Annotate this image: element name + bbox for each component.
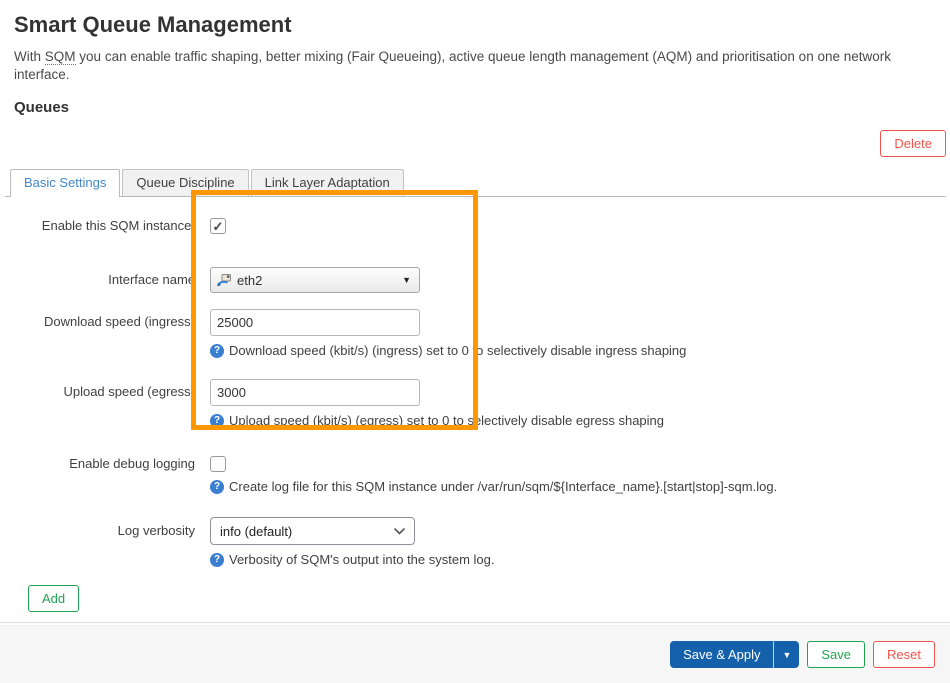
interface-select-value: eth2 bbox=[237, 273, 402, 288]
enable-sqm-label: Enable this SQM instance. bbox=[14, 217, 195, 235]
debug-logging-label: Enable debug logging bbox=[14, 455, 195, 473]
tab-basic-settings[interactable]: Basic Settings bbox=[10, 169, 120, 197]
footer-action-bar: Save & Apply ▼ Save Reset bbox=[0, 625, 950, 683]
debug-logging-help: ? Create log file for this SQM instance … bbox=[210, 478, 777, 496]
enable-sqm-row: Enable this SQM instance. ✓ bbox=[14, 217, 946, 235]
enable-sqm-field: ✓ bbox=[210, 217, 226, 234]
help-icon: ? bbox=[210, 414, 224, 428]
help-icon: ? bbox=[210, 480, 224, 494]
add-row: Add bbox=[14, 585, 946, 612]
page-title: Smart Queue Management bbox=[14, 12, 936, 38]
page-header: Smart Queue Management With SQM you can … bbox=[0, 0, 950, 116]
queues-section-title: Queues bbox=[14, 99, 936, 116]
download-speed-row: Download speed (ingress) ? Download spee… bbox=[14, 309, 946, 360]
download-speed-input[interactable] bbox=[210, 309, 420, 336]
delete-button[interactable]: Delete bbox=[880, 130, 946, 157]
help-icon: ? bbox=[210, 553, 224, 567]
debug-logging-row: Enable debug logging ✓ ? Create log file… bbox=[14, 455, 946, 496]
tab-queue-discipline[interactable]: Queue Discipline bbox=[122, 169, 248, 196]
interface-name-label: Interface name bbox=[14, 267, 195, 293]
select-caret-icon: ▼ bbox=[402, 275, 411, 285]
upload-speed-input[interactable] bbox=[210, 379, 420, 406]
upload-speed-help: ? Upload speed (kbit/s) (egress) set to … bbox=[210, 412, 664, 430]
footer-divider bbox=[0, 622, 950, 623]
tab-bar: Basic Settings Queue Discipline Link Lay… bbox=[5, 169, 946, 197]
upload-speed-label: Upload speed (egress) bbox=[14, 379, 195, 405]
log-verbosity-value: info (default) bbox=[220, 524, 394, 539]
chevron-down-icon bbox=[394, 528, 405, 535]
log-verbosity-field: info (default) ? Verbosity of SQM's outp… bbox=[210, 517, 495, 569]
debug-logging-help-text: Create log file for this SQM instance un… bbox=[229, 478, 777, 496]
log-verbosity-help: ? Verbosity of SQM's output into the sys… bbox=[210, 551, 495, 569]
upload-speed-row: Upload speed (egress) ? Upload speed (kb… bbox=[14, 379, 946, 430]
save-and-apply-button-group: Save & Apply ▼ bbox=[670, 641, 799, 668]
download-speed-label: Download speed (ingress) bbox=[14, 309, 195, 335]
help-icon: ? bbox=[210, 344, 224, 358]
sqm-form: Enable this SQM instance. ✓ Interface na… bbox=[5, 217, 946, 612]
add-button[interactable]: Add bbox=[28, 585, 79, 612]
basic-settings-panel: Enable this SQM instance. ✓ Interface na… bbox=[5, 197, 946, 612]
download-speed-help: ? Download speed (kbit/s) (ingress) set … bbox=[210, 342, 686, 360]
enable-sqm-checkbox[interactable]: ✓ bbox=[210, 218, 226, 234]
tab-link-layer-adaptation[interactable]: Link Layer Adaptation bbox=[251, 169, 404, 196]
sqm-abbreviation: SQM bbox=[45, 49, 76, 65]
delete-row: Delete bbox=[5, 130, 946, 157]
reset-button[interactable]: Reset bbox=[873, 641, 935, 668]
save-button[interactable]: Save bbox=[807, 641, 865, 668]
interface-name-field: eth2 ▼ bbox=[210, 267, 420, 293]
upload-speed-help-text: Upload speed (kbit/s) (egress) set to 0 … bbox=[229, 412, 664, 430]
debug-logging-checkbox[interactable]: ✓ bbox=[210, 456, 226, 472]
save-and-apply-dropdown-caret[interactable]: ▼ bbox=[773, 641, 799, 668]
interface-select[interactable]: eth2 ▼ bbox=[210, 267, 420, 293]
log-verbosity-select[interactable]: info (default) bbox=[210, 517, 415, 545]
save-and-apply-button[interactable]: Save & Apply bbox=[670, 641, 773, 668]
log-verbosity-label: Log verbosity bbox=[14, 517, 195, 545]
log-verbosity-help-text: Verbosity of SQM's output into the syste… bbox=[229, 551, 495, 569]
page-description: With SQM you can enable traffic shaping,… bbox=[14, 48, 936, 83]
queues-section: Delete Basic Settings Queue Discipline L… bbox=[0, 130, 950, 612]
ethernet-interface-icon bbox=[216, 272, 232, 288]
upload-speed-field: ? Upload speed (kbit/s) (egress) set to … bbox=[210, 379, 664, 430]
log-verbosity-row: Log verbosity info (default) ? Verbosity… bbox=[14, 517, 946, 569]
download-speed-field: ? Download speed (kbit/s) (ingress) set … bbox=[210, 309, 686, 360]
download-speed-help-text: Download speed (kbit/s) (ingress) set to… bbox=[229, 342, 686, 360]
debug-logging-field: ✓ ? Create log file for this SQM instanc… bbox=[210, 455, 777, 496]
interface-name-row: Interface name eth2 ▼ bbox=[14, 267, 946, 293]
description-text: you can enable traffic shaping, better m… bbox=[14, 49, 891, 82]
description-text: With bbox=[14, 49, 41, 64]
checkmark-icon: ✓ bbox=[213, 220, 224, 233]
